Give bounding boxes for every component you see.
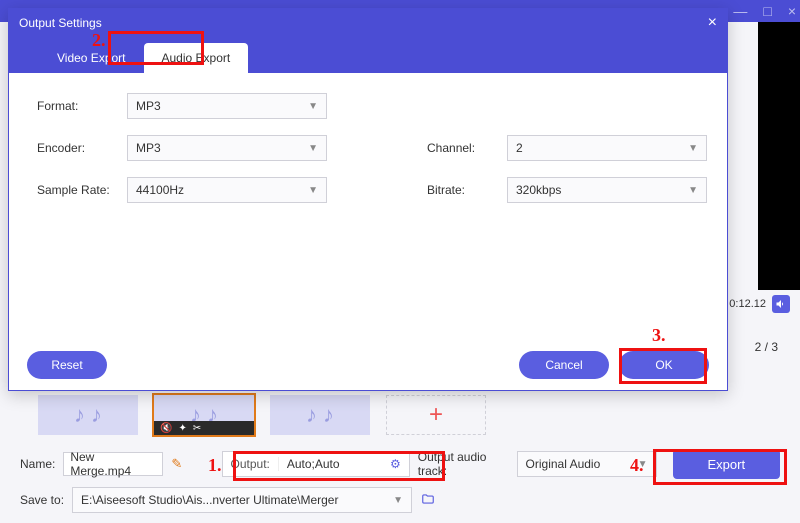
saveto-label: Save to: [20, 493, 64, 507]
music-note-icon: ♪ [74, 402, 85, 428]
page-counter: 2 / 3 [755, 340, 778, 354]
channel-value: 2 [516, 141, 523, 155]
ok-button[interactable]: OK [619, 351, 709, 379]
thumbnail-row: ♪♪ ♪♪ 🔇 ✦ ✂ ♪♪ + [38, 395, 486, 435]
bitrate-select[interactable]: 320kbps ▼ [507, 177, 707, 203]
output-settings-box[interactable]: Output: Auto;Auto ⚙ [222, 451, 410, 477]
gear-icon[interactable]: ⚙ [382, 457, 409, 471]
saveto-select[interactable]: E:\Aiseesoft Studio\Ais...nverter Ultima… [72, 487, 412, 513]
video-preview [758, 22, 800, 290]
clip-thumbnail[interactable]: ♪♪ [270, 395, 370, 435]
bitrate-label: Bitrate: [427, 183, 507, 197]
format-select[interactable]: MP3 ▼ [127, 93, 327, 119]
add-clip-button[interactable]: + [386, 395, 486, 435]
channel-select[interactable]: 2▼ [507, 135, 707, 161]
chevron-down-icon: ▼ [393, 495, 403, 506]
encoder-value: MP3 [136, 141, 161, 155]
chevron-down-icon: ▼ [638, 459, 648, 470]
dialog-title: Output Settings [19, 16, 102, 30]
chevron-down-icon: ▼ [308, 185, 318, 196]
chevron-down-icon: ▼ [688, 185, 698, 196]
channel-label: Channel: [427, 141, 507, 155]
tab-video-export[interactable]: Video Export [39, 43, 144, 73]
sample-rate-value: 44100Hz [136, 183, 184, 197]
chevron-down-icon: ▼ [688, 143, 698, 154]
name-input[interactable]: New Merge.mp4 [63, 452, 163, 476]
audio-track-value: Original Audio [526, 457, 601, 471]
dialog-footer: Reset Cancel OK [9, 340, 727, 390]
minimize-icon[interactable]: — [733, 3, 747, 19]
export-button[interactable]: Export [673, 449, 780, 479]
output-settings-dialog: Output Settings × Video Export Audio Exp… [8, 8, 728, 391]
clip-toolbar: 🔇 ✦ ✂ [154, 421, 254, 435]
clip-thumbnail[interactable]: ♪♪ [38, 395, 138, 435]
reset-button[interactable]: Reset [27, 351, 107, 379]
music-note-icon: ♪ [306, 402, 317, 428]
audio-track-label: Output audio track: [418, 450, 509, 478]
format-label: Format: [37, 99, 127, 113]
clip-thumbnail[interactable]: ♪♪ 🔇 ✦ ✂ [154, 395, 254, 435]
edit-name-icon[interactable]: ✎ [171, 456, 182, 472]
dialog-close-icon[interactable]: × [708, 14, 717, 32]
volume-icon[interactable] [772, 295, 790, 313]
open-folder-icon[interactable] [420, 492, 436, 509]
cancel-button[interactable]: Cancel [519, 351, 609, 379]
name-label: Name: [20, 457, 55, 471]
sample-rate-select[interactable]: 44100Hz ▼ [127, 177, 327, 203]
maximize-icon[interactable]: □ [763, 3, 771, 19]
format-value: MP3 [136, 99, 161, 113]
bitrate-value: 320kbps [516, 183, 561, 197]
dialog-body: Format: MP3▼ Encoder: MP3▼ Channel: 2▼ S… [9, 73, 727, 340]
time-text: 0:12.12 [729, 298, 766, 310]
music-note-icon: ♪ [323, 402, 334, 428]
chevron-down-icon: ▼ [308, 101, 318, 112]
audio-track-select[interactable]: Original Audio ▼ [517, 451, 657, 477]
music-note-icon: ♪ [91, 402, 102, 428]
encoder-select[interactable]: MP3 ▼ [127, 135, 327, 161]
tab-audio-export[interactable]: Audio Export [144, 43, 249, 73]
dialog-titlebar: Output Settings × [9, 9, 727, 37]
output-value: Auto;Auto [279, 457, 382, 471]
cut-icon[interactable]: ✂ [193, 423, 201, 434]
mute-icon[interactable]: 🔇 [160, 423, 172, 434]
chevron-down-icon: ▼ [308, 143, 318, 154]
output-label: Output: [223, 457, 279, 471]
tab-row: Video Export Audio Export [9, 37, 727, 73]
star-icon[interactable]: ✦ [178, 423, 186, 434]
time-readout: 0:12.12 [729, 295, 790, 313]
encoder-label: Encoder: [37, 141, 127, 155]
sample-rate-label: Sample Rate: [37, 183, 127, 197]
saveto-value: E:\Aiseesoft Studio\Ais...nverter Ultima… [81, 493, 338, 507]
close-icon[interactable]: × [788, 3, 796, 19]
